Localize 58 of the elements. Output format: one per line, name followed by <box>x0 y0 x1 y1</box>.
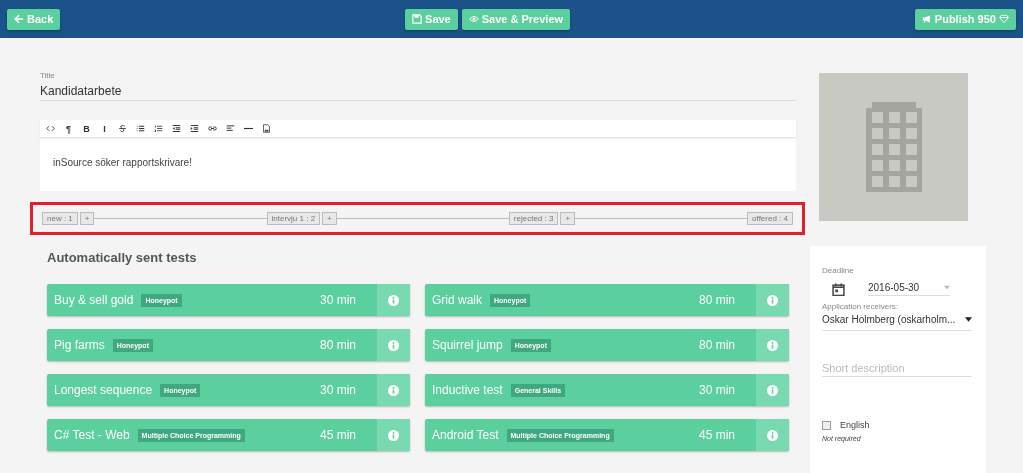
format-button[interactable]: ¶ <box>64 123 73 134</box>
test-name: Longest sequence <box>54 383 153 397</box>
caret-icon <box>965 317 972 322</box>
language-label: English <box>840 420 870 430</box>
editor-content[interactable]: inSource söker rapportskrivare! <box>40 138 796 191</box>
receivers-select[interactable]: Oskar Holmberg (oskarholm... <box>822 311 972 331</box>
title-value: Kandidatarbete <box>40 84 123 98</box>
deadline-value: 2016-05-30 <box>868 282 920 293</box>
numbered-list-icon[interactable] <box>154 124 163 133</box>
test-name: Android Test <box>432 428 499 442</box>
test-duration: 80 min <box>698 293 735 307</box>
eye-icon <box>468 14 479 24</box>
deadline-field[interactable]: 2016-05-30 <box>868 282 950 296</box>
test-duration: 45 min <box>698 428 735 442</box>
section-heading: Automatically sent tests <box>47 250 198 267</box>
editor-text: inSource söker rapportskrivare! <box>53 157 192 168</box>
indent-icon[interactable] <box>190 124 199 133</box>
deadline-label: Deadline <box>822 266 855 275</box>
title-label: Title <box>40 71 56 80</box>
building-icon <box>863 102 924 192</box>
test-duration: 30 min <box>319 383 356 397</box>
checkbox[interactable] <box>822 420 831 430</box>
test-name: C# Test - Web <box>54 428 130 442</box>
code-icon[interactable] <box>46 124 55 133</box>
megaphone-icon <box>921 14 932 24</box>
test-duration: 30 min <box>698 383 735 397</box>
add-stage-button[interactable]: + <box>79 212 95 225</box>
format-button[interactable]: B <box>82 123 91 134</box>
image-icon[interactable] <box>262 124 271 133</box>
diamond-icon <box>999 14 1009 24</box>
test-duration: 45 min <box>319 428 356 442</box>
add-stage-button[interactable]: + <box>322 212 337 225</box>
test-duration: 80 min <box>698 338 735 352</box>
receivers-value: Oskar Holmberg (oskarholm... <box>822 314 956 325</box>
title-field[interactable]: Title Kandidatarbete <box>40 71 796 101</box>
stage-button[interactable]: intervju 1 : 2 <box>266 212 321 225</box>
stage-button[interactable]: rejected : 3 <box>508 212 559 225</box>
stage-button[interactable]: new : 1 <box>42 212 78 225</box>
test-duration: 30 min <box>319 293 356 307</box>
format-button[interactable]: I <box>100 123 109 134</box>
test-name: Grid walk <box>432 293 482 307</box>
calendar-icon[interactable] <box>832 282 845 296</box>
test-duration: 80 min <box>319 338 356 352</box>
test-name: Squirrel jump <box>432 338 503 352</box>
dropdown-icon <box>944 285 950 290</box>
receivers-label: Application receivers: <box>822 302 900 311</box>
bullet-list-icon[interactable] <box>136 124 145 133</box>
link-icon[interactable] <box>208 124 217 133</box>
align-left-icon[interactable] <box>226 124 235 133</box>
strikethrough-icon[interactable] <box>118 124 127 133</box>
outdent-icon[interactable] <box>172 124 181 133</box>
test-name: Inductive test <box>432 383 503 397</box>
test-name: Pig farms <box>54 338 105 352</box>
stage-button[interactable]: offered : 4 <box>747 212 793 225</box>
add-stage-button[interactable]: + <box>560 212 576 225</box>
test-name: Buy & sell gold <box>54 293 134 307</box>
arrow-left-icon <box>14 14 24 24</box>
short-description-field[interactable]: Short description <box>822 360 972 377</box>
